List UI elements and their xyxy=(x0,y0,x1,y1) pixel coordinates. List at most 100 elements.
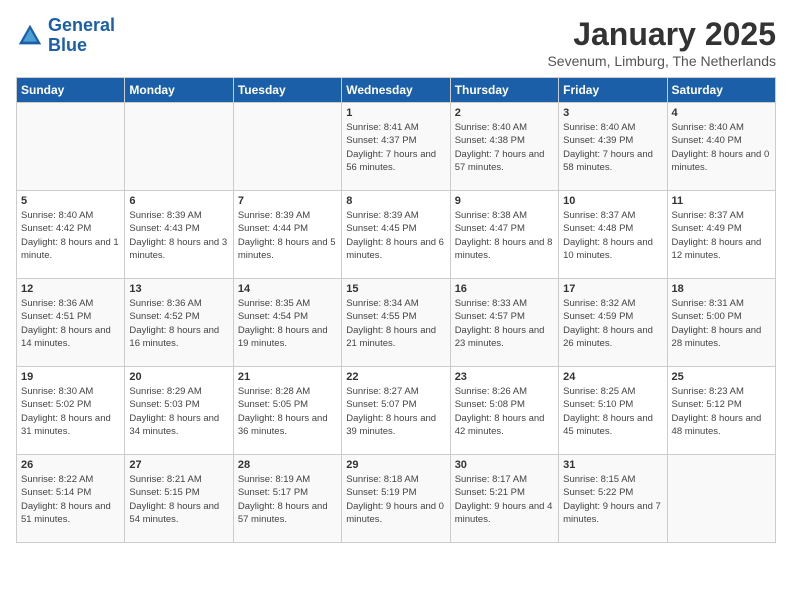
calendar-cell xyxy=(125,103,233,191)
calendar-week-row: 5Sunrise: 8:40 AM Sunset: 4:42 PM Daylig… xyxy=(17,191,776,279)
day-number: 8 xyxy=(346,195,445,207)
title-block: January 2025 Sevenum, Limburg, The Nethe… xyxy=(547,16,776,69)
calendar-cell: 4Sunrise: 8:40 AM Sunset: 4:40 PM Daylig… xyxy=(667,103,775,191)
day-of-week-header: Tuesday xyxy=(233,78,341,103)
day-info: Sunrise: 8:23 AM Sunset: 5:12 PM Dayligh… xyxy=(672,385,771,438)
day-info: Sunrise: 8:18 AM Sunset: 5:19 PM Dayligh… xyxy=(346,473,445,526)
calendar-week-row: 1 Sunrise: 8:41 AM Sunset: 4:37 PM Daylig… xyxy=(17,103,776,191)
calendar-cell xyxy=(233,103,341,191)
calendar-cell: 29 Sunrise: 8:18 AM Sunset: 5:19 PM Dayli… xyxy=(342,455,450,543)
day-info: Sunrise: 8:28 AM Sunset: 5:05 PM Dayligh… xyxy=(238,385,337,438)
calendar-cell xyxy=(667,455,775,543)
day-info: Sunrise: 8:30 AM Sunset: 5:02 PM Dayligh… xyxy=(21,385,120,438)
day-number: 7 xyxy=(238,195,337,207)
day-info: Sunrise: 8:32 AM Sunset: 4:59 PM Dayligh… xyxy=(563,297,662,350)
day-number: 23 xyxy=(455,371,554,383)
calendar-week-row: 19 Sunrise: 8:30 AM Sunset: 5:02 PM Dayli… xyxy=(17,367,776,455)
day-number: 22 xyxy=(346,371,445,383)
day-info: Sunrise: 8:19 AM Sunset: 5:17 PM Dayligh… xyxy=(238,473,337,526)
calendar-cell: 16 Sunrise: 8:33 AM Sunset: 4:57 PM Dayli… xyxy=(450,279,558,367)
day-info: Sunrise: 8:15 AM Sunset: 5:22 PM Dayligh… xyxy=(563,473,662,526)
calendar-cell: 2Sunrise: 8:40 AM Sunset: 4:38 PM Daylig… xyxy=(450,103,558,191)
day-info: Sunrise: 8:35 AM Sunset: 4:54 PM Dayligh… xyxy=(238,297,337,350)
day-number: 6 xyxy=(129,195,228,207)
logo: General Blue xyxy=(16,16,115,56)
calendar-cell: 9 Sunrise: 8:38 AM Sunset: 4:47 PM Daylig… xyxy=(450,191,558,279)
calendar-cell: 27 Sunrise: 8:21 AM Sunset: 5:15 PM Dayli… xyxy=(125,455,233,543)
day-number: 26 xyxy=(21,459,120,471)
logo-text: General Blue xyxy=(48,16,115,56)
day-info: Sunrise: 8:34 AM Sunset: 4:55 PM Dayligh… xyxy=(346,297,445,350)
day-number: 24 xyxy=(563,371,662,383)
calendar-cell: 6 Sunrise: 8:39 AM Sunset: 4:43 PM Daylig… xyxy=(125,191,233,279)
day-of-week-header: Saturday xyxy=(667,78,775,103)
day-number: 1 xyxy=(346,107,445,119)
calendar-cell: 17 Sunrise: 8:32 AM Sunset: 4:59 PM Dayli… xyxy=(559,279,667,367)
calendar-cell: 23Sunrise: 8:26 AM Sunset: 5:08 PM Dayli… xyxy=(450,367,558,455)
day-number: 9 xyxy=(455,195,554,207)
calendar-body: 1 Sunrise: 8:41 AM Sunset: 4:37 PM Daylig… xyxy=(17,103,776,543)
logo-icon xyxy=(16,22,44,50)
day-number: 19 xyxy=(21,371,120,383)
calendar-cell: 12 Sunrise: 8:36 AM Sunset: 4:51 PM Dayli… xyxy=(17,279,125,367)
day-info: Sunrise: 8:40 AM Sunset: 4:39 PM Dayligh… xyxy=(563,121,662,174)
day-of-week-header: Thursday xyxy=(450,78,558,103)
calendar-header-row: SundayMondayTuesdayWednesdayThursdayFrid… xyxy=(17,78,776,103)
location-subtitle: Sevenum, Limburg, The Netherlands xyxy=(547,53,776,69)
day-of-week-header: Wednesday xyxy=(342,78,450,103)
day-info: Sunrise: 8:36 AM Sunset: 4:52 PM Dayligh… xyxy=(129,297,228,350)
day-info: Sunrise: 8:39 AM Sunset: 4:45 PM Dayligh… xyxy=(346,209,445,262)
day-info: Sunrise: 8:41 AM Sunset: 4:37 PM Dayligh… xyxy=(346,121,445,174)
day-number: 5 xyxy=(21,195,120,207)
calendar-cell: 10Sunrise: 8:37 AM Sunset: 4:48 PM Dayli… xyxy=(559,191,667,279)
day-number: 4 xyxy=(672,107,771,119)
day-number: 29 xyxy=(346,459,445,471)
day-info: Sunrise: 8:27 AM Sunset: 5:07 PM Dayligh… xyxy=(346,385,445,438)
day-info: Sunrise: 8:33 AM Sunset: 4:57 PM Dayligh… xyxy=(455,297,554,350)
calendar-cell: 21 Sunrise: 8:28 AM Sunset: 5:05 PM Dayli… xyxy=(233,367,341,455)
calendar-cell: 25Sunrise: 8:23 AM Sunset: 5:12 PM Dayli… xyxy=(667,367,775,455)
calendar-cell: 1 Sunrise: 8:41 AM Sunset: 4:37 PM Daylig… xyxy=(342,103,450,191)
month-title: January 2025 xyxy=(547,16,776,53)
day-number: 31 xyxy=(563,459,662,471)
day-info: Sunrise: 8:36 AM Sunset: 4:51 PM Dayligh… xyxy=(21,297,120,350)
calendar-cell: 22 Sunrise: 8:27 AM Sunset: 5:07 PM Dayli… xyxy=(342,367,450,455)
day-info: Sunrise: 8:37 AM Sunset: 4:48 PM Dayligh… xyxy=(563,209,662,262)
day-number: 27 xyxy=(129,459,228,471)
calendar-cell: 30Sunrise: 8:17 AM Sunset: 5:21 PM Dayli… xyxy=(450,455,558,543)
calendar-cell: 14 Sunrise: 8:35 AM Sunset: 4:54 PM Dayli… xyxy=(233,279,341,367)
calendar-cell: 18Sunrise: 8:31 AM Sunset: 5:00 PM Dayli… xyxy=(667,279,775,367)
day-number: 12 xyxy=(21,283,120,295)
page-header: General Blue January 2025 Sevenum, Limbu… xyxy=(16,16,776,69)
calendar-cell: 7Sunrise: 8:39 AM Sunset: 4:44 PM Daylig… xyxy=(233,191,341,279)
day-number: 11 xyxy=(672,195,771,207)
day-info: Sunrise: 8:38 AM Sunset: 4:47 PM Dayligh… xyxy=(455,209,554,262)
day-number: 16 xyxy=(455,283,554,295)
day-number: 28 xyxy=(238,459,337,471)
day-info: Sunrise: 8:40 AM Sunset: 4:38 PM Dayligh… xyxy=(455,121,554,174)
day-number: 21 xyxy=(238,371,337,383)
calendar-week-row: 12 Sunrise: 8:36 AM Sunset: 4:51 PM Dayli… xyxy=(17,279,776,367)
calendar-cell: 31 Sunrise: 8:15 AM Sunset: 5:22 PM Dayli… xyxy=(559,455,667,543)
day-info: Sunrise: 8:25 AM Sunset: 5:10 PM Dayligh… xyxy=(563,385,662,438)
day-info: Sunrise: 8:17 AM Sunset: 5:21 PM Dayligh… xyxy=(455,473,554,526)
day-info: Sunrise: 8:22 AM Sunset: 5:14 PM Dayligh… xyxy=(21,473,120,526)
day-number: 20 xyxy=(129,371,228,383)
calendar-cell: 8 Sunrise: 8:39 AM Sunset: 4:45 PM Daylig… xyxy=(342,191,450,279)
day-number: 14 xyxy=(238,283,337,295)
calendar-week-row: 26 Sunrise: 8:22 AM Sunset: 5:14 PM Dayli… xyxy=(17,455,776,543)
day-number: 15 xyxy=(346,283,445,295)
logo-line2: Blue xyxy=(48,35,87,55)
calendar-cell xyxy=(17,103,125,191)
day-number: 13 xyxy=(129,283,228,295)
day-number: 17 xyxy=(563,283,662,295)
calendar-cell: 20Sunrise: 8:29 AM Sunset: 5:03 PM Dayli… xyxy=(125,367,233,455)
day-of-week-header: Sunday xyxy=(17,78,125,103)
calendar-cell: 5Sunrise: 8:40 AM Sunset: 4:42 PM Daylig… xyxy=(17,191,125,279)
day-info: Sunrise: 8:39 AM Sunset: 4:43 PM Dayligh… xyxy=(129,209,228,262)
calendar-cell: 28 Sunrise: 8:19 AM Sunset: 5:17 PM Dayli… xyxy=(233,455,341,543)
day-info: Sunrise: 8:21 AM Sunset: 5:15 PM Dayligh… xyxy=(129,473,228,526)
calendar-cell: 3Sunrise: 8:40 AM Sunset: 4:39 PM Daylig… xyxy=(559,103,667,191)
day-of-week-header: Friday xyxy=(559,78,667,103)
calendar-cell: 24 Sunrise: 8:25 AM Sunset: 5:10 PM Dayli… xyxy=(559,367,667,455)
